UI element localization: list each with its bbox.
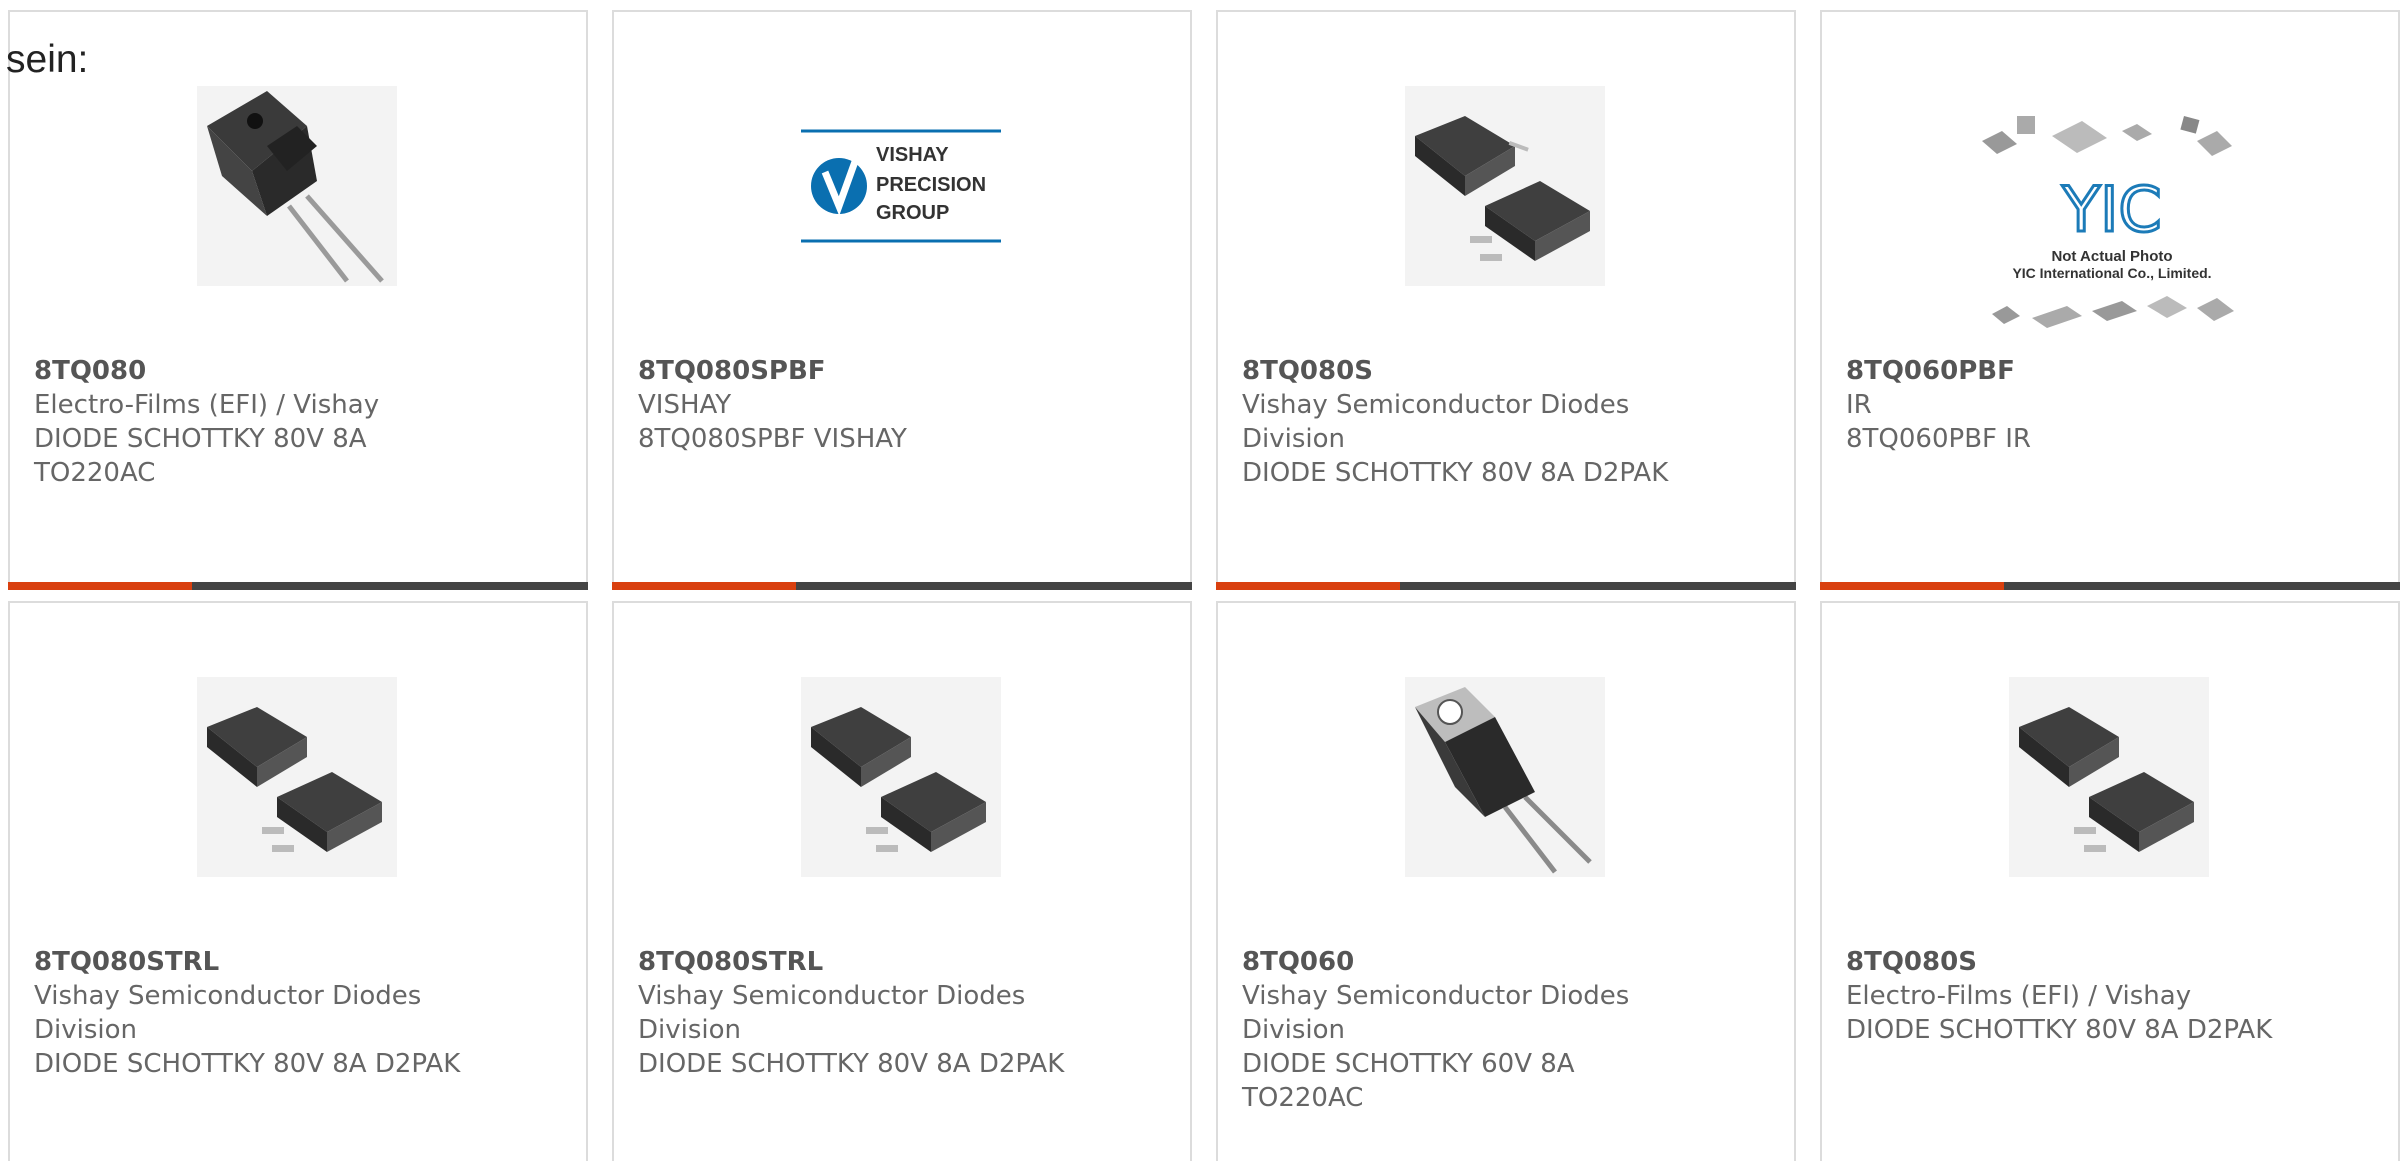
product-image[interactable]: YIC Not Actual Photo YIC International C… <box>1972 96 2252 356</box>
logo-line2: PRECISION <box>876 174 986 196</box>
product-info: 8TQ080S Vishay Semiconductor Diodes Divi… <box>1242 354 1762 490</box>
d2pak-icon <box>811 707 986 852</box>
logo-line3: GROUP <box>876 202 949 224</box>
manufacturer: Division <box>638 1015 742 1045</box>
part-number[interactable]: 8TQ060PBF <box>1846 354 2366 388</box>
product-image[interactable] <box>1405 86 1605 286</box>
part-number[interactable]: 8TQ060 <box>1242 945 1762 979</box>
intro-text: sein: <box>6 38 89 81</box>
card-accent <box>8 582 192 590</box>
d2pak-icon <box>2019 707 2194 852</box>
card-accent <box>1216 582 1400 590</box>
card-bottom-bar <box>612 582 1192 590</box>
placeholder-line1: Not Actual Photo <box>2051 248 2172 265</box>
logo-line1: VISHAY <box>876 144 949 166</box>
product-image[interactable] <box>197 86 397 286</box>
product-image[interactable]: VISHAY PRECISION GROUP <box>801 86 1001 286</box>
to220-fullpak-icon <box>207 91 384 283</box>
manufacturer: Division <box>34 1015 138 1045</box>
yic-logo: YIC <box>2061 173 2161 246</box>
product-grid-page: sein: 8TQ080 Electro-Films (EFI) / Visha… <box>0 0 2400 1161</box>
card-bottom-bar <box>1820 582 2400 590</box>
d2pak-icon <box>1415 116 1590 261</box>
product-card[interactable]: 8TQ080STRL Vishay Semiconductor Diodes D… <box>612 601 1192 1161</box>
manufacturer: IR <box>1846 390 1872 420</box>
part-number[interactable]: 8TQ080S <box>1242 354 1762 388</box>
description: DIODE SCHOTTKY 80V 8A D2PAK <box>34 1049 461 1079</box>
description: DIODE SCHOTTKY 80V 8A D2PAK <box>1242 458 1669 488</box>
description: DIODE SCHOTTKY 80V 8A <box>34 424 367 454</box>
manufacturer: Vishay Semiconductor Diodes <box>1242 981 1630 1011</box>
product-card[interactable]: 8TQ080S Vishay Semiconductor Diodes Divi… <box>1216 10 1796 590</box>
part-number[interactable]: 8TQ080STRL <box>34 945 554 979</box>
product-info: 8TQ080STRL Vishay Semiconductor Diodes D… <box>638 945 1158 1081</box>
description: DIODE SCHOTTKY 60V 8A <box>1242 1049 1575 1079</box>
product-info: 8TQ080SPBF VISHAY 8TQ080SPBF VISHAY <box>638 354 1158 456</box>
product-image[interactable] <box>197 677 397 877</box>
description: DIODE SCHOTTKY 80V 8A D2PAK <box>638 1049 1065 1079</box>
product-image[interactable] <box>2009 677 2209 877</box>
part-number[interactable]: 8TQ080S <box>1846 945 2366 979</box>
product-info: 8TQ080 Electro-Films (EFI) / Vishay DIOD… <box>34 354 554 490</box>
manufacturer: Division <box>1242 424 1346 454</box>
product-card[interactable]: 8TQ060 Vishay Semiconductor Diodes Divis… <box>1216 601 1796 1161</box>
manufacturer: Electro-Films (EFI) / Vishay <box>34 390 380 420</box>
product-image[interactable] <box>1405 677 1605 877</box>
part-number[interactable]: 8TQ080 <box>34 354 554 388</box>
part-number[interactable]: 8TQ080SPBF <box>638 354 1158 388</box>
description: 8TQ060PBF IR <box>1846 424 2031 454</box>
product-card[interactable]: VISHAY PRECISION GROUP 8TQ080SPBF VISHAY… <box>612 10 1192 590</box>
manufacturer: Vishay Semiconductor Diodes <box>638 981 1026 1011</box>
vishay-logo-icon: VISHAY PRECISION GROUP <box>801 129 1001 243</box>
card-bottom-bar <box>8 582 588 590</box>
product-info: 8TQ060PBF IR 8TQ060PBF IR <box>1846 354 2366 456</box>
product-card[interactable]: 8TQ080STRL Vishay Semiconductor Diodes D… <box>8 601 588 1161</box>
description: TO220AC <box>34 458 156 488</box>
yic-placeholder-icon: YIC Not Actual Photo YIC International C… <box>1982 116 2234 328</box>
product-info: 8TQ080STRL Vishay Semiconductor Diodes D… <box>34 945 554 1081</box>
manufacturer: Electro-Films (EFI) / Vishay <box>1846 981 2192 1011</box>
product-info: 8TQ080S Electro-Films (EFI) / Vishay DIO… <box>1846 945 2366 1047</box>
card-bottom-bar <box>1216 582 1796 590</box>
product-card[interactable]: 8TQ080 Electro-Films (EFI) / Vishay DIOD… <box>8 10 588 590</box>
d2pak-icon <box>207 707 382 852</box>
manufacturer: VISHAY <box>638 390 732 420</box>
product-image[interactable] <box>801 677 1001 877</box>
manufacturer: Vishay Semiconductor Diodes <box>34 981 422 1011</box>
to220ac-icon <box>1415 687 1592 874</box>
product-info: 8TQ060 Vishay Semiconductor Diodes Divis… <box>1242 945 1762 1115</box>
placeholder-line2: YIC International Co., Limited. <box>2012 265 2211 281</box>
product-card[interactable]: YIC Not Actual Photo YIC International C… <box>1820 10 2400 590</box>
card-accent <box>612 582 796 590</box>
part-number[interactable]: 8TQ080STRL <box>638 945 1158 979</box>
card-accent <box>1820 582 2004 590</box>
manufacturer: Division <box>1242 1015 1346 1045</box>
manufacturer: Vishay Semiconductor Diodes <box>1242 390 1630 420</box>
description: DIODE SCHOTTKY 80V 8A D2PAK <box>1846 1015 2273 1045</box>
description: 8TQ080SPBF VISHAY <box>638 424 907 454</box>
description: TO220AC <box>1242 1083 1364 1113</box>
product-card[interactable]: 8TQ080S Electro-Films (EFI) / Vishay DIO… <box>1820 601 2400 1161</box>
